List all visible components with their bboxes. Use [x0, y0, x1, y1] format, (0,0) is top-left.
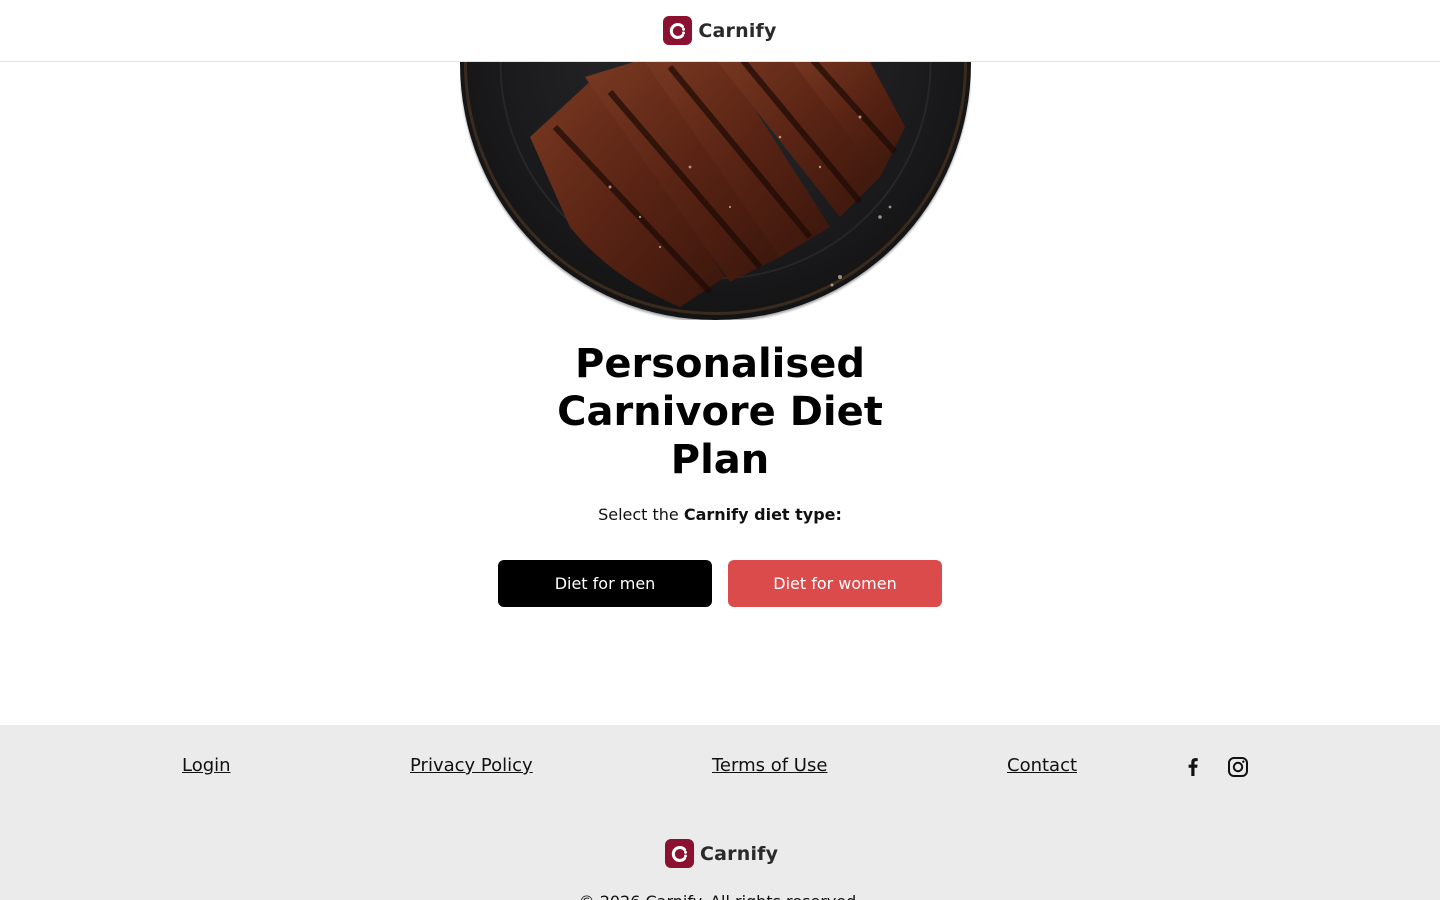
footer-logo[interactable]: Carnify [665, 839, 778, 868]
site-header: Carnify [0, 0, 1440, 62]
footer-contact-link[interactable]: Contact [1007, 755, 1077, 776]
diet-for-men-button[interactable]: Diet for men [498, 560, 712, 607]
carnify-logo-icon [665, 839, 694, 868]
diet-type-prompt: Select the Carnify diet type: [420, 505, 1020, 524]
carnify-logo-icon [663, 16, 693, 45]
page-title: Personalised Carnivore Diet Plan [557, 341, 883, 483]
site-footer: Login Privacy Policy Terms of Use Contac… [0, 725, 1440, 900]
instagram-icon[interactable] [1226, 755, 1250, 779]
steak-plate-image [460, 62, 971, 320]
diet-type-prompt-text: Select the [598, 505, 684, 524]
footer-login-link[interactable]: Login [182, 755, 231, 776]
hero-image [460, 62, 971, 320]
diet-for-women-button[interactable]: Diet for women [728, 560, 942, 607]
facebook-icon[interactable] [1181, 755, 1205, 779]
copyright-text: © 2026 Carnify. All rights reserved. [0, 892, 1440, 900]
header-logo[interactable]: Carnify [663, 16, 776, 45]
footer-terms-of-use-link[interactable]: Terms of Use [712, 755, 827, 776]
diet-type-prompt-emphasis: Carnify diet type: [683, 505, 842, 524]
footer-brand-name: Carnify [700, 842, 779, 865]
header-brand-name: Carnify [698, 19, 777, 42]
footer-privacy-policy-link[interactable]: Privacy Policy [410, 755, 533, 776]
